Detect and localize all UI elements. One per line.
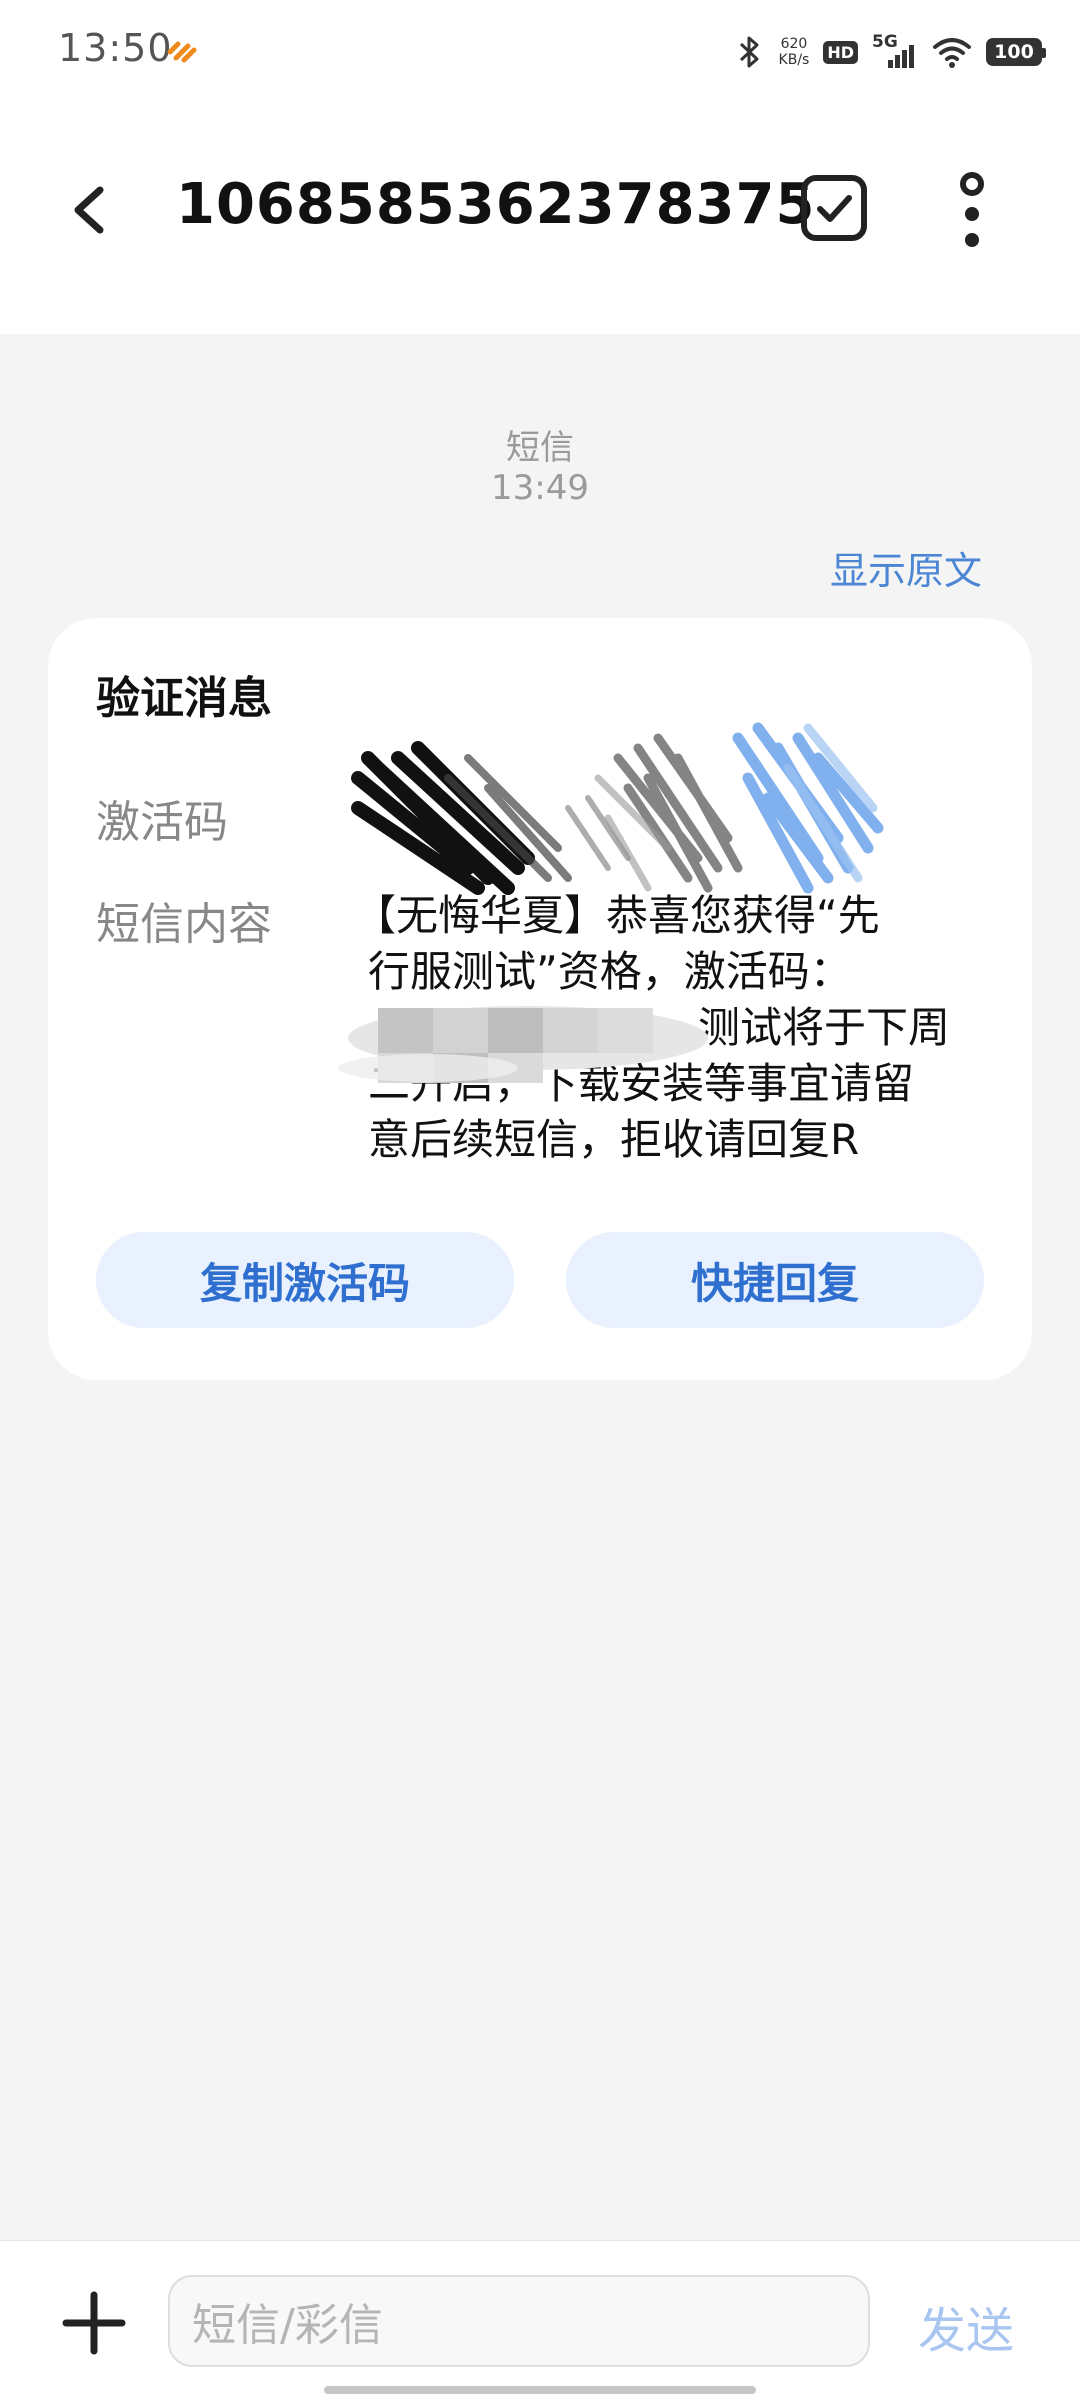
card-title: 验证消息: [96, 673, 272, 724]
plus-icon[interactable]: [62, 2291, 126, 2355]
activation-code-label: 激活码: [96, 797, 228, 848]
more-vertical-icon[interactable]: [940, 170, 1004, 250]
show-original-link[interactable]: 显示原文: [830, 540, 982, 595]
sms-content-line: 【无悔华夏】恭喜您获得“先: [354, 891, 880, 940]
status-bar: 13:50 620 KB/s HD 5G 100: [0, 0, 1080, 100]
sender-number-title: 1068585362378375: [176, 172, 816, 237]
compose-bar: 短信/彩信 发送: [0, 2240, 1080, 2401]
network-speed-unit: KB/s: [778, 52, 810, 68]
redacted-scribble-image: [351, 722, 884, 895]
battery-icon: 100: [986, 38, 1046, 66]
verification-message-card: 验证消息 激活码 短信内容 【无悔华夏】恭喜您获得“先 行服测试”资格，激活码：…: [48, 618, 1032, 1380]
bluetooth-icon: [739, 36, 759, 68]
wifi-icon: [933, 38, 971, 68]
copy-activation-code-button[interactable]: 复制激活码: [96, 1232, 514, 1328]
checkbox-select-icon[interactable]: [798, 172, 870, 244]
redacted-blur-patch: [338, 1006, 708, 1083]
cellular-signal-icon: 5G: [872, 32, 918, 70]
message-type-label: 短信: [506, 428, 574, 468]
sms-content-line: 行服测试”资格，激活码：: [368, 947, 852, 996]
status-icons: 620 KB/s HD 5G 100: [735, 30, 1046, 74]
back-arrow-icon[interactable]: [50, 170, 130, 250]
sms-content-line: 意后续短信，拒收请回复R: [368, 1115, 860, 1164]
status-time: 13:50: [58, 26, 173, 70]
quick-reply-button[interactable]: 快捷回复: [566, 1232, 984, 1328]
hd-badge: HD: [823, 40, 858, 64]
message-input[interactable]: 短信/彩信: [168, 2275, 870, 2367]
conversation-header: 1068585362378375: [0, 100, 1080, 334]
battery-level: 100: [994, 41, 1034, 63]
sms-content-label: 短信内容: [96, 899, 272, 950]
send-button[interactable]: 发送: [918, 2291, 1014, 2361]
network-speed-value: 620: [780, 36, 808, 52]
app-notification-icon: [167, 41, 197, 63]
network-speed: 620 KB/s: [779, 36, 810, 68]
home-indicator[interactable]: [324, 2386, 756, 2394]
message-time-label: 13:49: [491, 468, 589, 508]
